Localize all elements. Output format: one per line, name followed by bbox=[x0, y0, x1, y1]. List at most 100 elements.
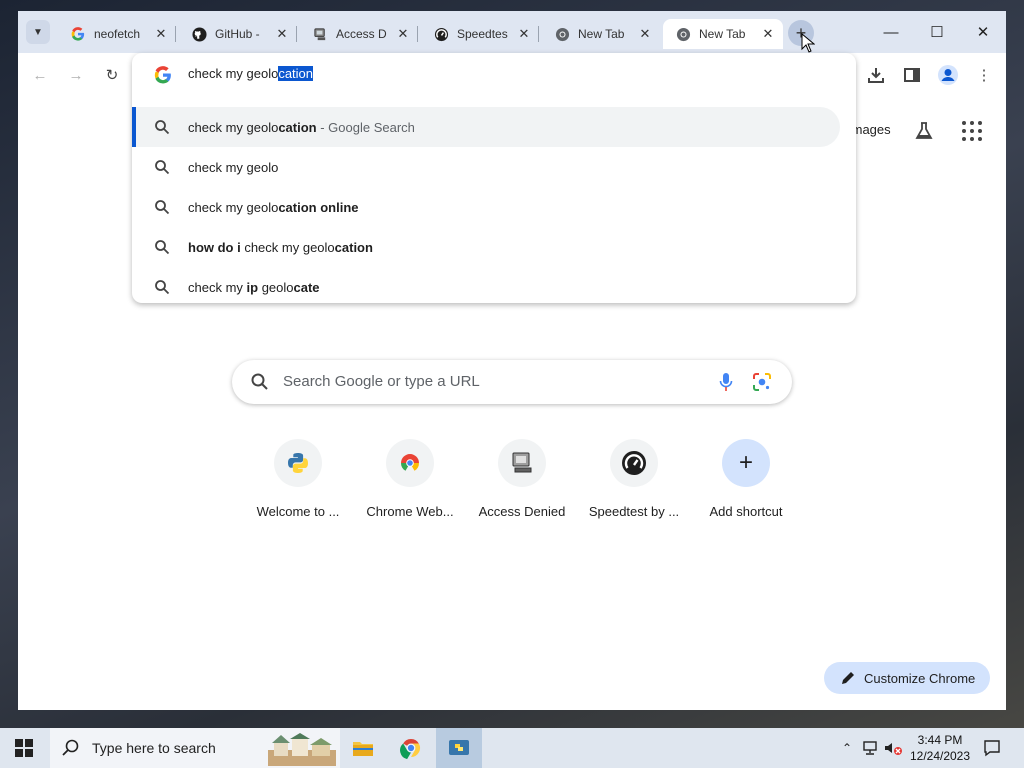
side-panel-button[interactable] bbox=[900, 63, 924, 87]
search-icon bbox=[251, 373, 268, 390]
shortcut-icon-circle bbox=[610, 439, 658, 487]
shortcut-tile[interactable]: Chrome Web... bbox=[354, 439, 466, 519]
forward-button[interactable]: → bbox=[64, 63, 88, 87]
omnibox-typed-text: check my geolo bbox=[188, 66, 279, 81]
network-icon bbox=[863, 741, 877, 755]
start-button[interactable] bbox=[0, 728, 48, 768]
python-app-icon bbox=[449, 740, 469, 755]
close-window-button[interactable]: ✕ bbox=[960, 19, 1006, 45]
suggestion-segment: check my geolo bbox=[188, 199, 279, 215]
chevron-down-icon: ▼ bbox=[33, 26, 43, 38]
add-shortcut-tile[interactable]: + Add shortcut bbox=[690, 439, 802, 519]
ntp-search-box[interactable]: Search Google or type a URL bbox=[232, 360, 792, 404]
shortcut-tile[interactable]: Welcome to ... bbox=[242, 439, 354, 519]
tab[interactable]: GitHub - ✕ bbox=[179, 19, 297, 49]
menu-button[interactable]: ⋮ bbox=[972, 63, 996, 87]
shortcut-icon-circle bbox=[274, 439, 322, 487]
google-lens-icon[interactable] bbox=[752, 372, 772, 392]
close-icon[interactable]: ✕ bbox=[515, 25, 533, 43]
omnibox-suggestion[interactable]: check my geolocation - Google Search bbox=[132, 107, 840, 147]
close-icon[interactable]: ✕ bbox=[273, 25, 291, 43]
shortcut-icon-circle: + bbox=[722, 439, 770, 487]
tab-title: Access D bbox=[336, 27, 387, 41]
suggestion-text: check my ip geolocate bbox=[188, 280, 320, 295]
notifications-button[interactable] bbox=[980, 728, 1004, 768]
tab-search-button[interactable]: ▼ bbox=[26, 20, 50, 44]
access-denied-icon bbox=[512, 452, 532, 473]
search-icon bbox=[155, 280, 170, 295]
suggestion-segment: check my bbox=[188, 279, 247, 295]
clock-date: 12/24/2023 bbox=[909, 749, 971, 763]
taskbar-file-explorer[interactable] bbox=[340, 728, 386, 768]
shortcut-tile[interactable]: Speedtest by ... bbox=[578, 439, 690, 519]
omnibox-suggestion[interactable]: how do i check my geolocation bbox=[132, 227, 840, 267]
reload-button[interactable]: ↻ bbox=[100, 63, 124, 87]
close-icon[interactable]: ✕ bbox=[636, 25, 654, 43]
customize-chrome-button[interactable]: Customize Chrome bbox=[824, 662, 990, 694]
access-denied-icon bbox=[312, 26, 328, 42]
google-icon bbox=[70, 26, 86, 42]
omnibox-suggestion[interactable]: check my geolocation online bbox=[132, 187, 840, 227]
taskbar: Type here to search ⌃ 3:44 PM 12/24/2023 bbox=[0, 728, 1024, 768]
suggestion-text: check my geolocation - Google Search bbox=[188, 120, 415, 135]
profile-button[interactable] bbox=[936, 63, 960, 87]
speedtest-icon bbox=[433, 26, 449, 42]
tab-title: GitHub - bbox=[215, 27, 260, 41]
maximize-icon: ☐ bbox=[930, 24, 944, 41]
github-icon bbox=[191, 26, 207, 42]
tab-separator bbox=[175, 26, 176, 42]
tab-strip: ▼ neofetch ✕ GitHub - ✕ Access D ✕ Speed… bbox=[18, 11, 1006, 53]
taskbar-clock[interactable]: 3:44 PM 12/24/2023 bbox=[900, 732, 980, 764]
notification-icon bbox=[984, 740, 1000, 757]
shortcut-label: Speedtest by ... bbox=[588, 504, 680, 519]
minimize-button[interactable]: — bbox=[868, 19, 914, 45]
more-vert-icon: ⋮ bbox=[976, 67, 992, 84]
speedtest-icon bbox=[622, 451, 646, 475]
folder-icon bbox=[353, 742, 373, 756]
suggestion-text: check my geolocation online bbox=[188, 200, 359, 215]
omnibox-suggestion[interactable]: check my ip geolocate bbox=[132, 267, 840, 307]
side-panel-icon bbox=[904, 68, 920, 82]
taskbar-python-app[interactable] bbox=[436, 728, 482, 768]
suggestion-segment: check my geolo bbox=[188, 159, 279, 175]
back-button[interactable]: ← bbox=[28, 63, 52, 87]
network-status[interactable] bbox=[860, 728, 882, 768]
windows-icon bbox=[15, 739, 33, 757]
tab[interactable]: neofetch ✕ bbox=[58, 19, 176, 49]
shortcut-label: Add shortcut bbox=[709, 504, 783, 519]
google-icon bbox=[154, 66, 171, 84]
chrome-icon bbox=[554, 26, 570, 42]
close-icon[interactable]: ✕ bbox=[394, 25, 412, 43]
tab[interactable]: Speedtes ✕ bbox=[421, 19, 539, 49]
tab[interactable]: New Tab ✕ bbox=[542, 19, 660, 49]
tab-title: New Tab bbox=[699, 27, 746, 41]
search-icon bbox=[155, 120, 170, 135]
taskbar-search-placeholder: Type here to search bbox=[92, 740, 216, 756]
clock-time: 3:44 PM bbox=[917, 733, 963, 747]
taskbar-chrome[interactable] bbox=[388, 728, 434, 768]
close-icon: ✕ bbox=[976, 24, 990, 41]
suggestion-segment: cate bbox=[293, 279, 320, 295]
search-icon bbox=[155, 160, 170, 175]
shortcut-label: Chrome Web... bbox=[366, 504, 454, 519]
tab[interactable]: Access D ✕ bbox=[300, 19, 418, 49]
plus-icon: + bbox=[738, 449, 753, 476]
taskbar-search[interactable]: Type here to search bbox=[50, 728, 340, 768]
flask-icon bbox=[915, 122, 933, 139]
labs-button[interactable] bbox=[912, 119, 936, 143]
omnibox-suggestion[interactable]: check my geolo bbox=[132, 147, 840, 187]
omnibox-input[interactable]: check my geolocation bbox=[132, 53, 856, 97]
close-icon[interactable]: ✕ bbox=[152, 25, 170, 43]
downloads-button[interactable] bbox=[864, 63, 888, 87]
shortcut-tile[interactable]: Access Denied bbox=[466, 439, 578, 519]
close-icon[interactable]: ✕ bbox=[759, 25, 777, 43]
suggestion-segment: cation bbox=[278, 119, 317, 135]
chrome-icon bbox=[400, 739, 421, 760]
apps-button[interactable] bbox=[960, 119, 984, 143]
suggestion-text: check my geolo bbox=[188, 160, 278, 175]
chevron-up-icon: ⌃ bbox=[841, 741, 853, 755]
microphone-icon[interactable] bbox=[718, 372, 734, 392]
tab-active[interactable]: New Tab ✕ bbox=[663, 19, 783, 49]
maximize-button[interactable]: ☐ bbox=[914, 19, 960, 45]
tray-overflow-button[interactable]: ⌃ bbox=[836, 728, 858, 768]
